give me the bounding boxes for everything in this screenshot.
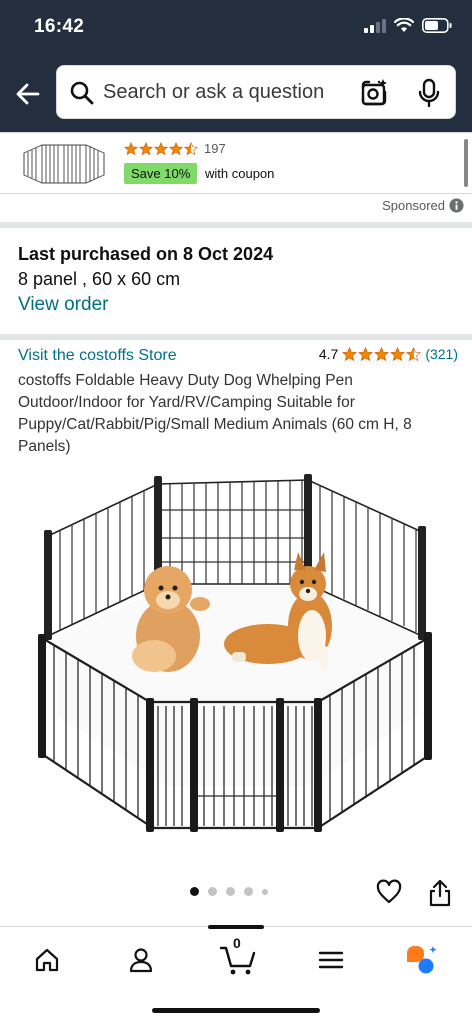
- sponsored-text: Sponsored: [382, 198, 445, 213]
- status-time: 16:42: [34, 16, 85, 37]
- star-icon: [374, 346, 390, 361]
- review-count: (321): [425, 346, 458, 362]
- ad-card[interactable]: 197 Save 10% with coupon: [0, 132, 472, 194]
- product-star-rating: [342, 346, 422, 362]
- tab-rufus[interactable]: [404, 943, 438, 977]
- status-icons: [364, 18, 452, 33]
- last-purchased-title: Last purchased on 8 Oct 2024: [18, 244, 274, 264]
- carousel-dot[interactable]: [262, 888, 268, 895]
- carousel-dot[interactable]: [226, 887, 235, 896]
- search-input[interactable]: [103, 78, 333, 106]
- status-bar: 16:42: [0, 0, 472, 56]
- heart-icon[interactable]: [375, 878, 403, 906]
- star-icon: [124, 141, 138, 155]
- tab-account[interactable]: [124, 943, 158, 977]
- signal-icon: [364, 18, 386, 33]
- star-icon: [169, 141, 183, 155]
- save-badge: Save 10%: [124, 163, 198, 184]
- half-star-icon: [184, 141, 198, 155]
- ad-scrollbar[interactable]: [464, 139, 468, 187]
- search-icon: [70, 81, 94, 105]
- rating-value: 4.7: [318, 346, 339, 362]
- wifi-icon: [394, 18, 414, 32]
- search-box[interactable]: [56, 65, 456, 119]
- camera-lens-icon[interactable]: [359, 78, 389, 108]
- tab-home[interactable]: [30, 943, 64, 977]
- star-icon: [342, 346, 358, 361]
- account-icon: [129, 948, 153, 973]
- pen-floor: [58, 586, 418, 786]
- home-icon: [35, 948, 59, 972]
- home-indicator: [152, 1008, 320, 1013]
- sponsored-ad[interactable]: 197 Save 10% with coupon Sponsored: [0, 132, 472, 224]
- view-order-link[interactable]: View order: [18, 294, 273, 316]
- battery-icon: [422, 18, 452, 33]
- sponsored-label[interactable]: Sponsored: [382, 198, 464, 213]
- half-star-icon: [406, 346, 422, 361]
- star-icon: [154, 141, 168, 155]
- product-title: costoffs Foldable Heavy Duty Dog Whelpin…: [18, 372, 412, 455]
- section-divider: [0, 334, 472, 340]
- ad-rating: 197: [124, 141, 226, 156]
- carousel-dot[interactable]: [244, 887, 253, 896]
- cart-count: 0: [233, 935, 241, 951]
- star-icon: [358, 346, 374, 361]
- carousel-dot[interactable]: [190, 887, 199, 896]
- product-rating[interactable]: 4.7 (321): [319, 346, 458, 362]
- info-icon[interactable]: [449, 198, 464, 213]
- menu-icon: [318, 951, 344, 969]
- star-icon: [139, 141, 153, 155]
- star-icon: [390, 346, 406, 361]
- active-tab-indicator: [208, 925, 264, 929]
- tab-menu[interactable]: [314, 943, 348, 977]
- share-icon[interactable]: [428, 878, 452, 908]
- coupon-text: with coupon: [205, 166, 275, 181]
- ad-product-thumbnail[interactable]: [18, 139, 110, 189]
- image-carousel-dots[interactable]: [190, 887, 268, 896]
- purchased-variant: 8 panel , 60 x 60 cm: [18, 269, 181, 289]
- carousel-dot[interactable]: [208, 887, 217, 896]
- rufus-icon: [407, 946, 437, 974]
- section-divider: [0, 222, 472, 228]
- back-arrow-icon[interactable]: [12, 78, 44, 110]
- microphone-icon[interactable]: [415, 78, 443, 108]
- last-purchased-section: Last purchased on 8 Oct 2024 8 panel , 6…: [18, 244, 273, 316]
- ad-star-rating: [124, 141, 198, 156]
- product-image[interactable]: [18, 466, 454, 846]
- store-link[interactable]: Visit the costoffs Store: [18, 347, 177, 365]
- search-header: [0, 56, 472, 132]
- ad-rating-count: 197: [204, 141, 226, 156]
